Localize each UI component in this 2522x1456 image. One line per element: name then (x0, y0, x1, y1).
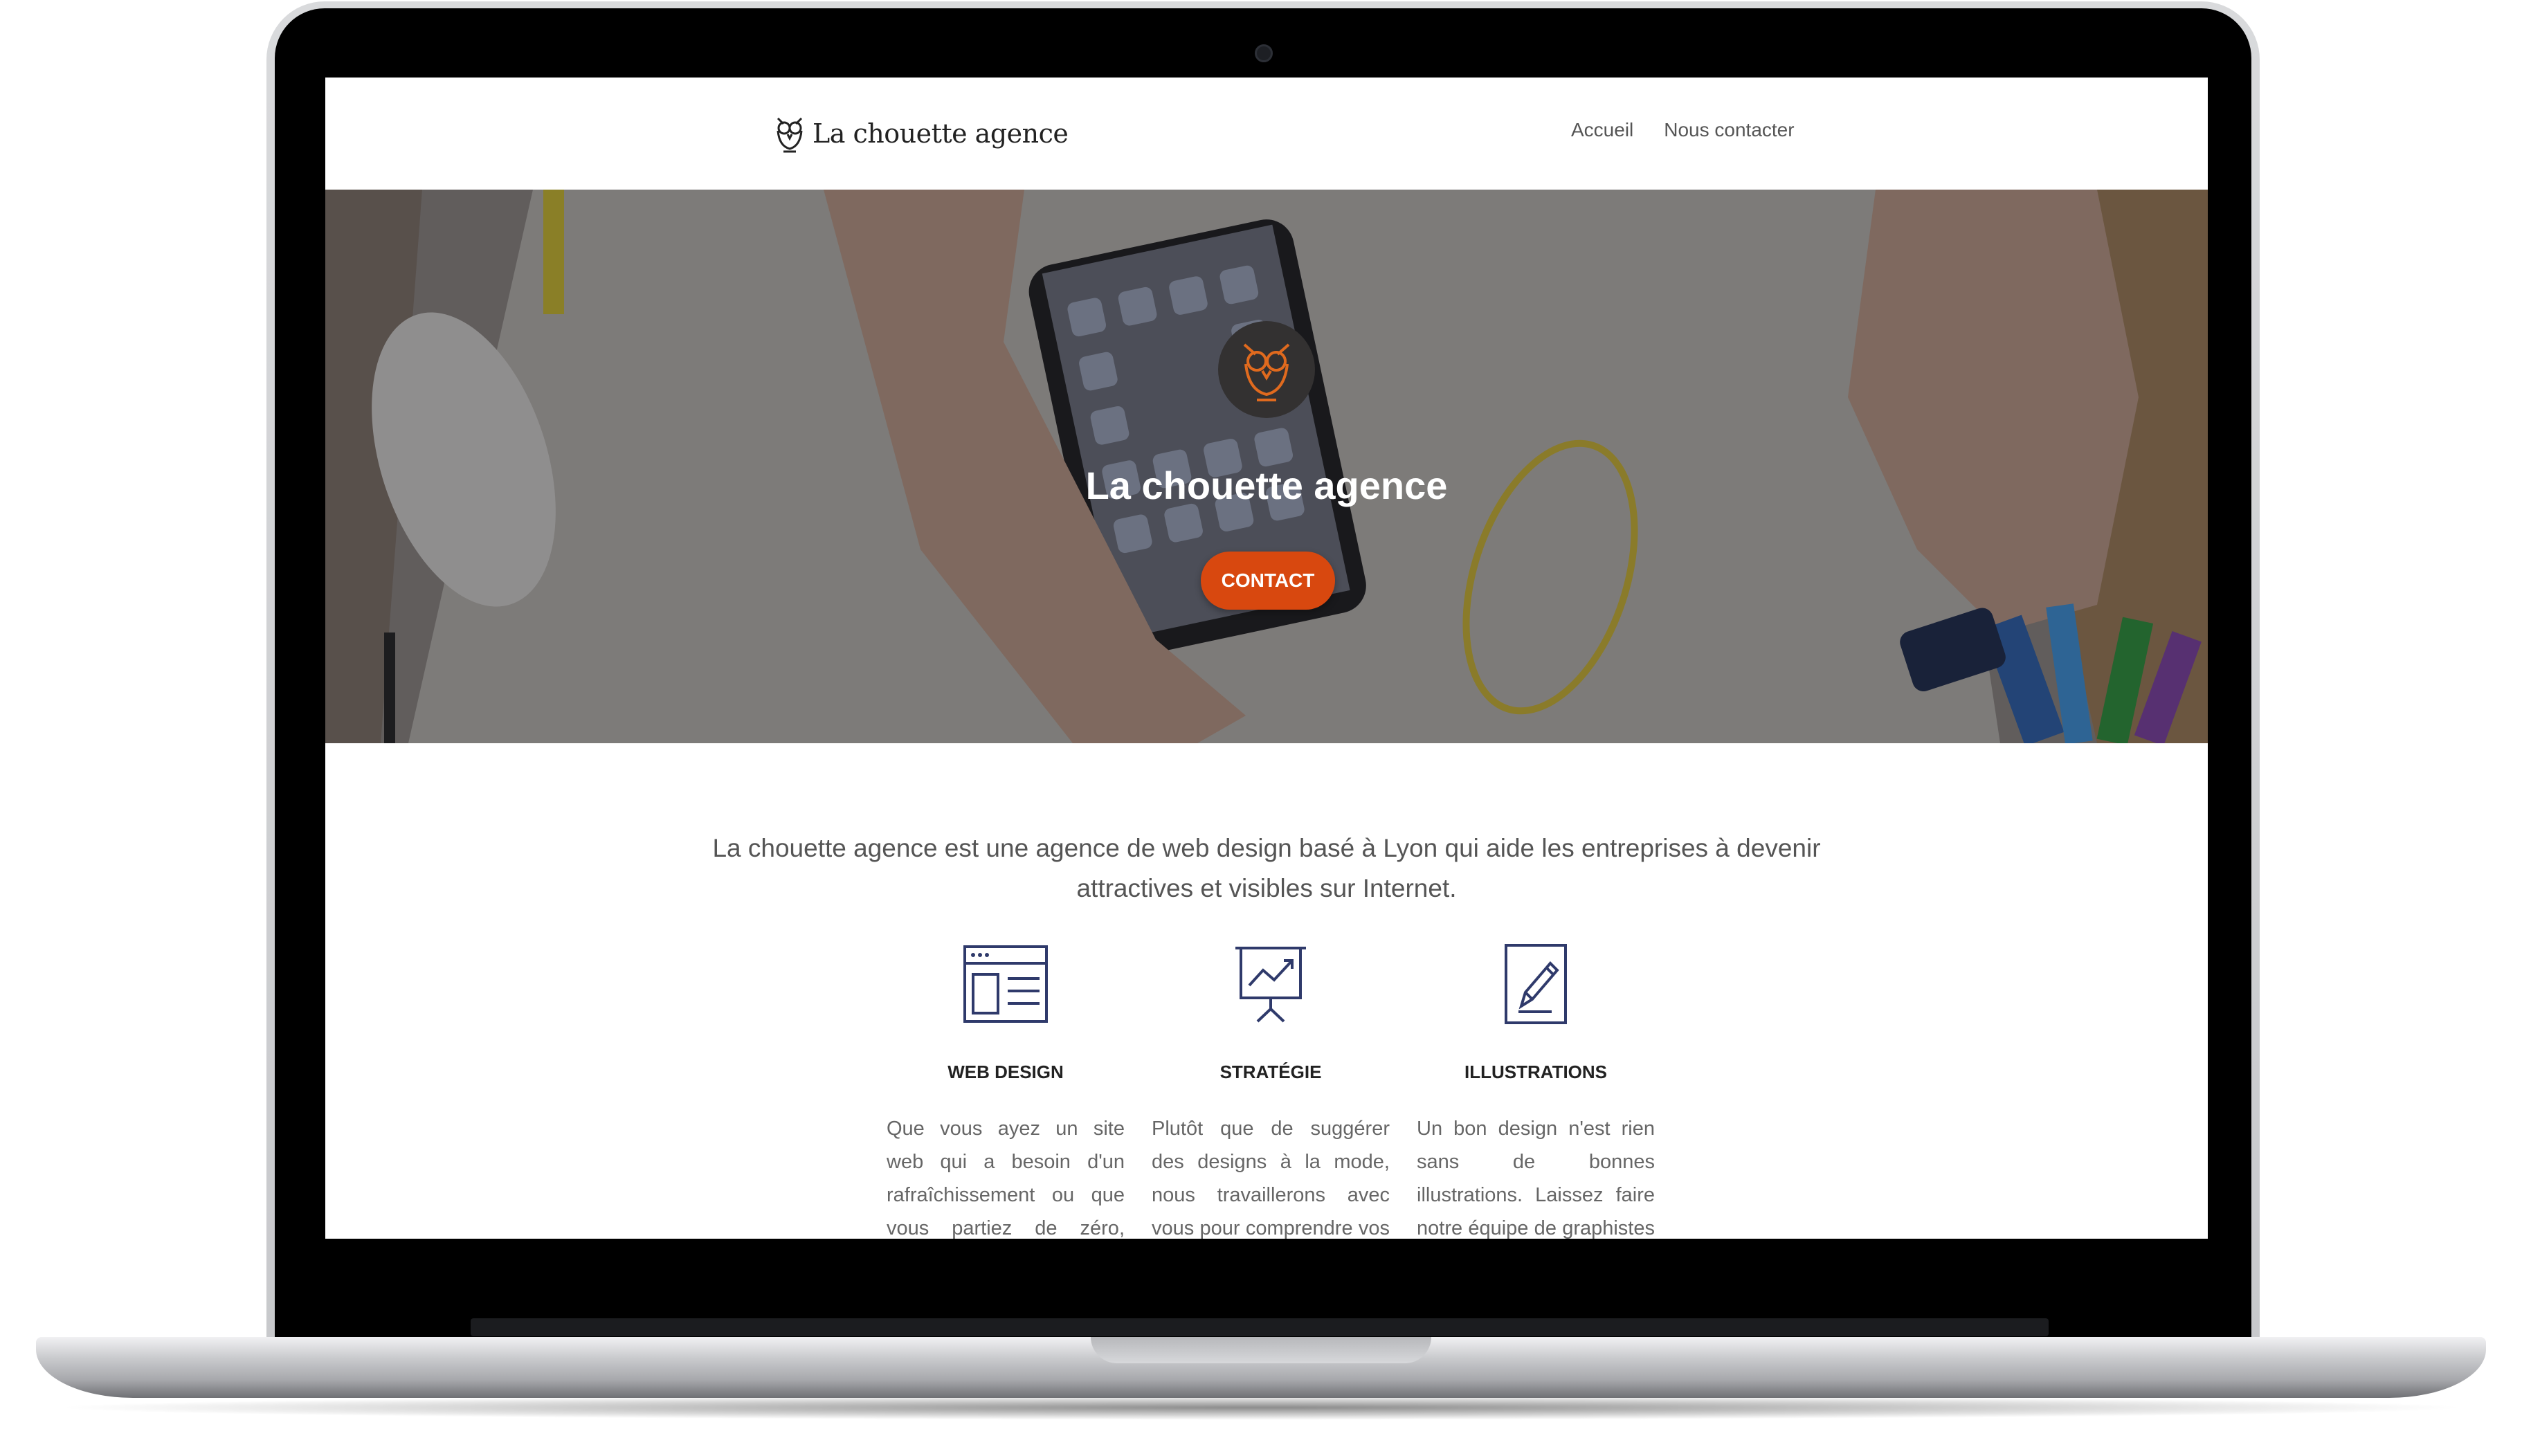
nav-links: Accueil Nous contacter (1571, 119, 1795, 141)
brand-logo[interactable]: La chouette agence (774, 111, 1069, 156)
pencil-illustration-icon (1505, 944, 1567, 1024)
hero-section: La chouette agence CONTACT (325, 190, 2208, 743)
service-description: Plutôt que de suggérer des designs à la … (1152, 1118, 1390, 1239)
services-section: WEB DESIGN Que vous ayez un site web qui… (325, 943, 2208, 1239)
navbar: La chouette agence Accueil Nous contacte… (325, 78, 2208, 190)
nav-link-home[interactable]: Accueil (1571, 119, 1633, 141)
web-design-icon (963, 945, 1048, 1023)
owl-orange-icon (1243, 343, 1290, 401)
laptop-hinge (471, 1318, 2049, 1336)
website-screen: La chouette agence Accueil Nous contacte… (325, 78, 2208, 1239)
intro-line-2: attractives et visibles sur Internet. (1076, 874, 1457, 902)
strategy-chart-icon (1235, 947, 1306, 1023)
intro-text: La chouette agence est une agence de web… (325, 828, 2208, 909)
service-title: STRATÉGIE (1219, 1062, 1322, 1082)
brand-name: La chouette agence (813, 118, 1069, 149)
laptop-notch (1091, 1337, 1431, 1363)
service-title: ILLUSTRATIONS (1464, 1062, 1608, 1082)
hero-title: La chouette agence (1085, 464, 1448, 507)
hero-owl-badge (1218, 321, 1315, 418)
service-description: Que vous ayez un site web qui a besoin d… (887, 1118, 1125, 1239)
nav-link-contact[interactable]: Nous contacter (1664, 119, 1794, 141)
camera-icon (1255, 44, 1273, 62)
owl-logo-icon (777, 117, 803, 153)
service-title: WEB DESIGN (947, 1062, 1064, 1082)
laptop-shadow (48, 1395, 2474, 1420)
service-description: Un bon design n'est rien sans de bonnes … (1417, 1118, 1655, 1239)
contact-button[interactable]: CONTACT (1201, 552, 1335, 610)
intro-line-1: La chouette agence est une agence de web… (712, 834, 1821, 862)
